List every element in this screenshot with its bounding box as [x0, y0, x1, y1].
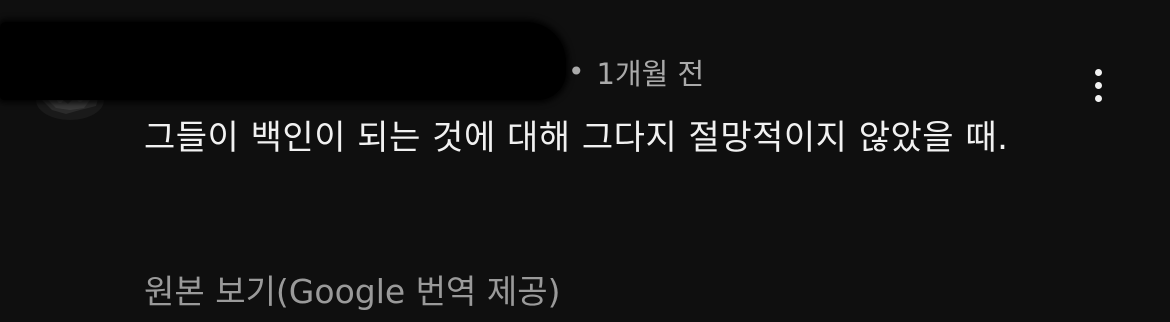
redacted-author-name: [0, 22, 566, 100]
comment-thread-item: • 1개월 전 그들이 백인이 되는 것에 대해 그다지 절망적이지 않았을 때…: [0, 0, 1170, 311]
more-vertical-icon: [1094, 68, 1102, 76]
more-options-button[interactable]: [1078, 60, 1118, 110]
comment-timestamp[interactable]: 1개월 전: [597, 51, 705, 93]
comment-text: 그들이 백인이 되는 것에 대해 그다지 절망적이지 않았을 때.: [144, 118, 1009, 158]
more-vertical-icon-dot: [1094, 81, 1102, 89]
see-original-link[interactable]: 원본 보기(Google 번역 제공): [144, 262, 560, 322]
comment-meta: • 1개월 전: [568, 52, 704, 92]
more-vertical-icon-dot: [1094, 94, 1102, 102]
meta-separator: •: [568, 55, 585, 88]
